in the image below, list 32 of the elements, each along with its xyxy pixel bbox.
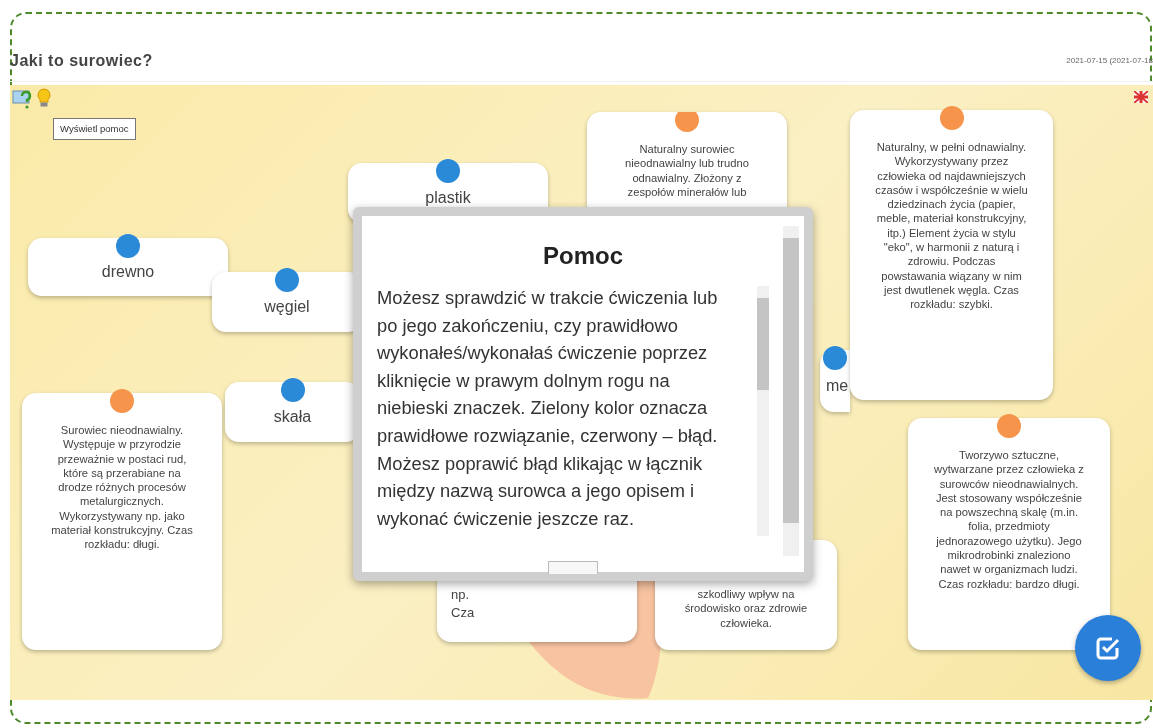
link-dot[interactable]: [280, 378, 305, 402]
lightbulb-icon[interactable]: [37, 88, 51, 108]
tooltip: Wyświetl pomoc: [53, 118, 136, 141]
word-label: plastik: [425, 188, 471, 208]
description-text: Tworzywo sztuczne, wytwarzane przez człowieka z surowców nieodnawialnych. Jest stosowany współcześnie na powszechną skalę (m.in. folia, przedmioty jednorazowego użytku). Jego mikrodrobinki znaleziono nawet w organizmach ludzi. Czas rozkładu: bardzo długi.: [933, 448, 1085, 591]
card-text: Cza: [451, 604, 475, 622]
link-dot[interactable]: [823, 346, 847, 370]
checkbox-icon: [1095, 635, 1121, 661]
scrollbar[interactable]: [783, 226, 799, 556]
word-label: węgiel: [264, 297, 310, 317]
date-text: 2021-07-15 (2021-07-18: [1066, 54, 1153, 67]
description-text: Naturalny surowiec nieodnawialny lub trudno odnawialny. Złożony z zespołów minerałów lub: [624, 142, 750, 200]
word-label: drewno: [101, 262, 155, 282]
link-dot[interactable]: [939, 106, 964, 130]
card-text: np.: [451, 586, 470, 604]
check-button[interactable]: [1075, 615, 1141, 681]
link-dot[interactable]: [675, 112, 699, 132]
description-text: szkodliwy wpływ na środowisko oraz zdrowie człowieka.: [683, 587, 809, 630]
link-dot[interactable]: [436, 159, 460, 183]
word-label: skała: [273, 407, 312, 427]
link-dot[interactable]: [116, 234, 140, 258]
help-icon[interactable]: [12, 88, 34, 110]
link-dot[interactable]: [275, 268, 299, 292]
scrollbar[interactable]: [757, 286, 769, 536]
word-label: me: [826, 376, 849, 396]
link-dot[interactable]: [110, 389, 134, 413]
resize-handle[interactable]: [548, 561, 598, 574]
description-text: Naturalny, w pełni odnawialny. Wykorzystywany przez człowieka od najdawniejszych czasów i współcześnie w wielu dziedzinach życia (papier, meble, materiał konstrukcyjny, itp.) Element życia w stylu "eko", w harmonii z naturą i zdrowiu. Podczas powstawania wiązany w nim jest dwutlenek węgla. Czas rozkładu: szybki.: [874, 140, 1029, 312]
link-dot[interactable]: [997, 414, 1021, 438]
page-title: Jaki to surowiec?: [10, 50, 153, 71]
description-text: Surowiec nieodnawialny. Występuje w przyrodzie przeważnie w postaci rud, które są przerabiane na drodze różnych procesów metalurgicznych. Wykorzystywany np. jako materiał konstrukcyjny. Czas rozkładu: długi.: [50, 423, 194, 552]
help-text: Możesz sprawdzić w trakcie ćwiczenia lub po jego zakończeniu, czy prawidłowo wykonałeś/wykonałaś ćwiczenie poprzez kliknięcie w prawym dolnym rogu na niebieski znaczek. Zielony kolor oznacza prawidłowe rozwiązanie, czerwony – błąd. Możesz poprawić błąd klikając w łącznik między nazwą surowca a jego opisem i wykonać ćwiczenie jeszcze raz.: [377, 286, 719, 531]
